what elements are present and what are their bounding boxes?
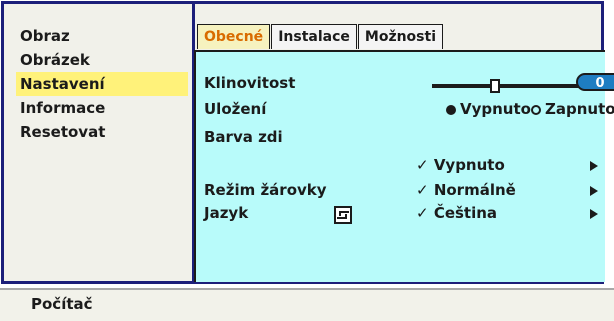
lamp-mode-value[interactable]: ✓ Normálně [416,181,516,199]
radio-unselected-icon [531,104,541,115]
radio-vypnuto-label: Vypnuto [460,100,531,118]
main-menu: Obraz Obrázek Nastavení Informace Reseto… [16,24,188,144]
tab-obecne[interactable]: Obecné [197,24,271,49]
menu-frame: Obraz Obrázek Nastavení Informace Reseto… [1,1,614,284]
input-source-text: Počítač [31,295,93,313]
save-label: Uložení [204,100,267,118]
tab-moznosti[interactable]: Možnosti [357,24,443,49]
radio-vypnuto[interactable]: Vypnuto [446,100,531,118]
wall-color-value-text: Vypnuto [433,156,505,174]
projector-osd: Obraz Obrázek Nastavení Informace Reseto… [0,0,614,321]
radio-zapnuto-label: Zapnuto [545,100,614,118]
slider-thumb[interactable] [490,79,500,93]
triangle-right-icon[interactable] [590,161,598,171]
check-icon: ✓ [416,204,429,222]
menu-item-obraz[interactable]: Obraz [16,24,188,48]
lamp-mode-value-text: Normálně [433,181,516,199]
radio-zapnuto[interactable]: Zapnuto [531,100,614,118]
wall-color-value[interactable]: ✓ Vypnuto [416,156,505,174]
keystone-label: Klinovitost [204,74,296,92]
triangle-right-icon[interactable] [590,186,598,196]
menu-item-resetovat[interactable]: Resetovat [16,120,188,144]
radio-selected-icon [446,104,456,115]
language-label: Jazyk [204,204,249,222]
keyboard-layout-icon [334,206,352,224]
tab-instalace[interactable]: Instalace [271,24,357,49]
check-icon: ✓ [416,156,429,174]
tab-bar: Obecné Instalace Možnosti [197,24,444,50]
keystone-slider[interactable] [432,79,582,93]
menu-item-obrazek[interactable]: Obrázek [16,48,188,72]
status-bar: Počítač [0,288,614,321]
language-value-text: Čeština [433,204,498,222]
lamp-mode-label: Režim žárovky [204,181,327,199]
slider-track [432,84,582,88]
wall-color-label: Barva zdi [204,128,283,146]
menu-item-nastaveni[interactable]: Nastavení [16,72,188,96]
keystone-value: 0 [576,73,614,91]
language-value[interactable]: ✓ Čeština [416,204,497,222]
menu-item-informace[interactable]: Informace [16,96,188,120]
settings-panel: Klinovitost 0 Uložení Vypnuto Zapnuto Ba… [194,50,614,282]
check-icon: ✓ [416,181,429,199]
triangle-right-icon[interactable] [590,209,598,219]
